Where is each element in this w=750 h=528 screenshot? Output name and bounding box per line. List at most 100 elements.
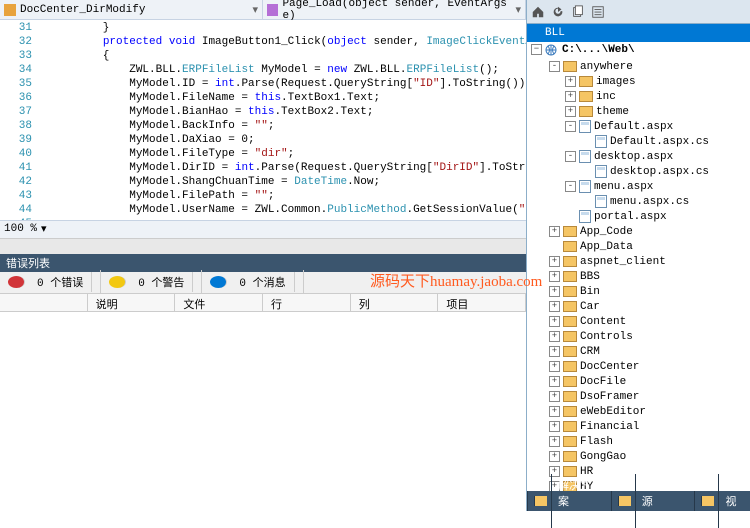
error-filter-tabs: 0 个错误 0 个警告 0 个消息 (0, 272, 526, 294)
node-label: images (596, 76, 636, 88)
expand-icon[interactable]: + (549, 256, 560, 267)
node-label: BBS (580, 271, 600, 283)
expand-icon[interactable]: + (549, 451, 560, 462)
tab-team[interactable]: 团队资源管... (611, 491, 695, 511)
node-label: portal.aspx (594, 211, 667, 223)
expand-icon[interactable]: + (549, 376, 560, 387)
tree-node[interactable]: portal.aspx (527, 209, 750, 224)
file-icon (579, 150, 591, 163)
node-label: DocCenter (580, 361, 639, 373)
tree-node[interactable]: +aspnet_client (527, 254, 750, 269)
folder-icon (579, 106, 593, 117)
copy-icon[interactable] (571, 5, 585, 19)
node-label: anywhere (580, 61, 633, 73)
tree-node[interactable]: +Flash (527, 434, 750, 449)
expand-icon[interactable]: + (549, 271, 560, 282)
folder-icon (563, 256, 577, 267)
node-label: inc (596, 91, 616, 103)
tree-node[interactable]: +App_Code (527, 224, 750, 239)
tree-node[interactable]: +Financial (527, 419, 750, 434)
node-label: desktop.aspx.cs (610, 166, 709, 178)
expand-icon[interactable]: + (549, 436, 560, 447)
zoom-level[interactable]: 100 % (4, 223, 37, 235)
expand-icon[interactable]: + (549, 331, 560, 342)
solution-tree[interactable]: -anywhere+images+inc+theme-Default.aspxD… (527, 57, 750, 491)
tree-node[interactable]: +GongGao (527, 449, 750, 464)
refresh-icon[interactable] (551, 5, 565, 19)
tree-node[interactable]: + eWebEditor (527, 404, 750, 419)
expand-icon[interactable]: + (549, 301, 560, 312)
collapse-icon[interactable]: − (531, 44, 542, 55)
folder-icon (563, 61, 577, 72)
code-editor[interactable]: 3132333435363738394041424344454647484950… (0, 20, 526, 220)
node-label: theme (596, 106, 629, 118)
tree-node[interactable]: +Bin (527, 284, 750, 299)
messages-filter[interactable]: 0 个消息 (202, 270, 303, 294)
tab-classview[interactable]: 类视图 (694, 491, 750, 511)
source-text[interactable]: } protected void ImageButton1_Click(obje… (50, 20, 526, 220)
tree-node[interactable]: + inc (527, 89, 750, 104)
tree-node[interactable]: Default.aspx.cs (527, 134, 750, 149)
errors-filter[interactable]: 0 个错误 (0, 270, 101, 294)
tree-node[interactable]: - anywhere (527, 59, 750, 74)
collapse-icon[interactable]: - (549, 61, 560, 72)
tree-node[interactable]: -Default.aspx (527, 119, 750, 134)
folder-icon (563, 436, 577, 447)
folder-icon (579, 91, 593, 102)
file-icon (579, 210, 591, 223)
collapse-icon[interactable]: - (565, 121, 576, 132)
error-grid-body[interactable] (0, 312, 526, 512)
tree-node[interactable]: +Content (527, 314, 750, 329)
folder-icon (563, 271, 577, 282)
tree-node[interactable]: desktop.aspx.cs (527, 164, 750, 179)
collapse-icon[interactable]: - (565, 181, 576, 192)
tab-solution[interactable]: 解决方案资... (527, 491, 611, 511)
home-icon[interactable] (531, 5, 545, 19)
expand-icon[interactable]: + (549, 361, 560, 372)
tree-node[interactable]: +CRM (527, 344, 750, 359)
tree-node[interactable]: + DsoFramer (527, 389, 750, 404)
bottom-tabs: 解决方案资... 团队资源管... 类视图 (527, 491, 750, 511)
folder-icon (563, 391, 577, 402)
node-label: eWebEditor (580, 406, 646, 418)
globe-icon (545, 44, 559, 56)
tree-node[interactable]: -desktop.aspx (527, 149, 750, 164)
file-icon (595, 165, 607, 178)
class-dropdown[interactable]: DocCenter_DirModify▾ (0, 0, 263, 19)
tree-node[interactable]: menu.aspx.cs (527, 194, 750, 209)
expand-icon[interactable]: + (549, 226, 560, 237)
expand-icon[interactable]: + (565, 91, 576, 102)
expand-icon[interactable]: + (549, 406, 560, 417)
expand-icon[interactable]: + (549, 316, 560, 327)
root-node[interactable]: − C:\...\Web\ (527, 42, 750, 57)
bll-node[interactable]: BLL (527, 24, 750, 42)
node-label: menu.aspx (594, 181, 653, 193)
tree-node[interactable]: - menu.aspx (527, 179, 750, 194)
expand-icon[interactable]: + (549, 391, 560, 402)
error-list-header[interactable]: 错误列表 (0, 254, 526, 272)
tree-node[interactable]: App_Data (527, 239, 750, 254)
folder-icon (563, 376, 577, 387)
expand-icon[interactable]: + (565, 106, 576, 117)
properties-icon[interactable] (591, 5, 605, 19)
tree-node[interactable]: +Car (527, 299, 750, 314)
expand-icon[interactable]: + (549, 421, 560, 432)
collapse-icon[interactable]: - (565, 151, 576, 162)
folder-icon (563, 361, 577, 372)
method-dropdown[interactable]: Page_Load(object sender, EventArgs e)▾ (263, 0, 526, 19)
folder-icon (563, 226, 577, 237)
expand-icon[interactable]: + (565, 76, 576, 87)
warnings-filter[interactable]: 0 个警告 (101, 270, 202, 294)
node-label: DsoFramer (580, 391, 639, 403)
tree-node[interactable]: + BBS (527, 269, 750, 284)
tree-node[interactable]: +DocFile (527, 374, 750, 389)
line-gutter: 3132333435363738394041424344454647484950… (0, 20, 50, 220)
tree-node[interactable]: + images (527, 74, 750, 89)
expand-icon[interactable]: + (549, 286, 560, 297)
tree-node[interactable]: +Controls (527, 329, 750, 344)
tree-node[interactable]: + DocCenter (527, 359, 750, 374)
folder-icon (563, 421, 577, 432)
h-scrollbar[interactable] (0, 238, 526, 254)
expand-icon[interactable]: + (549, 346, 560, 357)
tree-node[interactable]: + theme (527, 104, 750, 119)
